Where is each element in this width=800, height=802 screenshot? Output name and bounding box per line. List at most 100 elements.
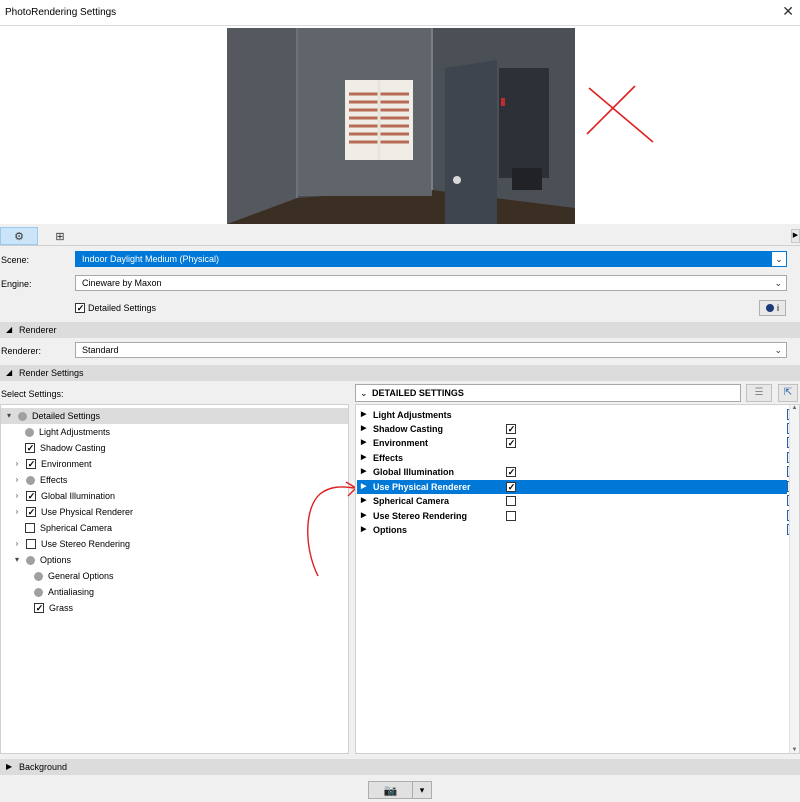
export-icon: ⇱ <box>783 387 793 398</box>
tree-item-spherical-camera[interactable]: Spherical Camera <box>25 520 112 536</box>
expand-arrow-icon[interactable]: ▶ <box>361 422 366 436</box>
collapse-arrow-icon: ◢ <box>6 368 13 377</box>
expand-arrow-icon[interactable]: ▶ <box>361 480 366 494</box>
tree-item-checkbox[interactable] <box>26 459 36 469</box>
tree-item-effects[interactable]: › Effects <box>13 472 68 488</box>
tree-item-checkbox[interactable] <box>25 523 35 533</box>
row-effects[interactable]: ▶ Effects <box>357 451 797 465</box>
tree-item-checkbox[interactable] <box>26 491 36 501</box>
row-label: Spherical Camera <box>373 496 450 506</box>
render-settings-section-title: Render Settings <box>19 368 84 378</box>
background-section-title: Background <box>19 762 68 772</box>
row-global-illumination[interactable]: ▶ Global Illumination <box>357 465 797 479</box>
tree-item-grass[interactable]: Grass <box>34 600 73 616</box>
scene-dropdown[interactable]: Indoor Daylight Medium (Physical) ⌄ <box>75 251 787 267</box>
settings-tab-button[interactable]: ⚙ <box>0 227 38 245</box>
expand-arrow-icon[interactable]: ▶ <box>361 494 366 508</box>
close-icon[interactable]: ✕ <box>782 3 794 20</box>
list-view-button[interactable]: ☰ <box>746 384 772 402</box>
cineware-info-button[interactable]: i <box>759 300 786 316</box>
tree-item-use-physical-renderer[interactable]: › Use Physical Renderer <box>13 504 133 520</box>
expand-arrow-icon[interactable]: › <box>13 456 21 472</box>
row-checkbox[interactable] <box>506 496 516 506</box>
export-settings-button[interactable]: ⇱ <box>778 384 798 402</box>
expand-arrow-icon[interactable]: ▶ <box>361 465 366 479</box>
red-arrow-annotation <box>307 481 358 577</box>
info-icon: i <box>777 303 779 313</box>
tree-item-label: Shadow Casting <box>40 443 106 453</box>
row-checkbox[interactable] <box>506 467 516 477</box>
expand-arrow-icon[interactable]: ▾ <box>13 552 21 568</box>
detailed-settings-toggle[interactable]: Detailed Settings <box>75 303 156 313</box>
scene-label: Scene: <box>1 255 30 265</box>
tree-item-label: Environment <box>41 459 92 469</box>
row-use-physical-renderer[interactable]: ▶ Use Physical Renderer <box>357 480 797 494</box>
tree-item-checkbox[interactable] <box>25 443 35 453</box>
render-preview-image <box>227 28 575 224</box>
renderer-section-header[interactable]: ◢ Renderer <box>0 322 800 338</box>
render-options-dropdown[interactable]: ▾ <box>413 782 431 798</box>
row-checkbox[interactable] <box>506 438 516 448</box>
list-icon: ☰ <box>754 387 764 398</box>
row-label: Environment <box>373 438 429 448</box>
room-render-illustration <box>227 28 575 224</box>
tree-item-light-adjustments[interactable]: Light Adjustments <box>25 424 110 440</box>
select-settings-label: Select Settings: <box>1 389 64 399</box>
tree-item-label: Effects <box>40 475 68 485</box>
row-use-stereo-rendering[interactable]: ▶ Use Stereo Rendering <box>357 509 797 523</box>
tree-item-label: Grass <box>49 603 74 613</box>
scroll-up-arrow-icon[interactable]: ▲ <box>790 405 799 411</box>
engine-dropdown[interactable]: Cineware by Maxon ⌄ <box>75 275 787 291</box>
render-button-group: 📷 ▾ <box>368 781 432 799</box>
tree-item-antialiasing[interactable]: Antialiasing <box>34 584 94 600</box>
tree-item-global-illumination[interactable]: › Global Illumination <box>13 488 115 504</box>
tree-item-checkbox[interactable] <box>26 507 36 517</box>
row-checkbox[interactable] <box>506 482 516 492</box>
row-label: Light Adjustments <box>373 410 452 420</box>
expand-arrow-icon[interactable]: › <box>13 536 21 552</box>
scroll-down-arrow-icon[interactable]: ▼ <box>790 747 799 753</box>
tree-item-detailed-settings[interactable]: ▾ Detailed Settings <box>1 408 348 424</box>
preview-tab-button[interactable]: ⊞ <box>41 227 79 245</box>
row-shadow-casting[interactable]: ▶ Shadow Casting <box>357 422 797 436</box>
row-checkbox[interactable] <box>506 511 516 521</box>
renderer-section-title: Renderer <box>19 325 57 335</box>
cineware-logo-icon <box>766 304 774 312</box>
chevron-down-icon: ⌄ <box>772 252 786 266</box>
tree-item-options[interactable]: ▾ Options <box>13 552 71 568</box>
renderer-value: Standard <box>82 345 119 355</box>
expand-arrow-icon[interactable]: › <box>13 504 21 520</box>
expand-arrow-icon[interactable]: › <box>13 488 21 504</box>
tree-item-use-stereo-rendering[interactable]: › Use Stereo Rendering <box>13 536 130 552</box>
expand-arrow-icon[interactable]: ▶ <box>361 509 366 523</box>
row-light-adjustments[interactable]: ▶ Light Adjustments <box>357 408 797 422</box>
red-x-annotation <box>586 85 654 143</box>
render-settings-section-header[interactable]: ◢ Render Settings <box>0 365 800 381</box>
expand-arrow-icon[interactable]: ▶ <box>361 408 366 422</box>
tree-item-general-options[interactable]: General Options <box>34 568 114 584</box>
expand-arrow-icon[interactable]: ▶ <box>361 436 366 450</box>
render-button[interactable]: 📷 <box>369 782 413 798</box>
row-options[interactable]: ▶ Options <box>357 523 797 537</box>
expand-arrow-icon[interactable]: › <box>13 472 21 488</box>
expand-arrow-icon[interactable]: ▶ <box>361 523 366 537</box>
scroll-right-arrow[interactable]: ▶ <box>791 229 800 243</box>
title-bar: PhotoRendering Settings ✕ <box>0 0 800 26</box>
row-checkbox[interactable] <box>506 424 516 434</box>
background-section-header[interactable]: ▶ Background <box>0 759 800 775</box>
renderer-dropdown[interactable]: Standard ⌄ <box>75 342 787 358</box>
tree-item-checkbox[interactable] <box>34 603 44 613</box>
bottom-bar: 📷 ▾ <box>0 778 800 802</box>
row-spherical-camera[interactable]: ▶ Spherical Camera <box>357 494 797 508</box>
expand-arrow-icon[interactable]: ▶ <box>361 451 366 465</box>
tree-item-shadow-casting[interactable]: Shadow Casting <box>25 440 106 456</box>
chevron-down-icon: ⌄ <box>774 345 782 355</box>
tree-item-environment[interactable]: › Environment <box>13 456 92 472</box>
tree-item-label: Use Stereo Rendering <box>41 539 131 549</box>
vertical-scrollbar[interactable]: ▲ ▼ <box>789 405 799 753</box>
tree-item-checkbox[interactable] <box>26 539 36 549</box>
expand-arrow-icon[interactable]: ▾ <box>5 408 13 424</box>
detailed-settings-checkbox[interactable] <box>75 303 85 313</box>
row-environment[interactable]: ▶ Environment <box>357 436 797 450</box>
tree-item-label: Options <box>40 555 72 565</box>
